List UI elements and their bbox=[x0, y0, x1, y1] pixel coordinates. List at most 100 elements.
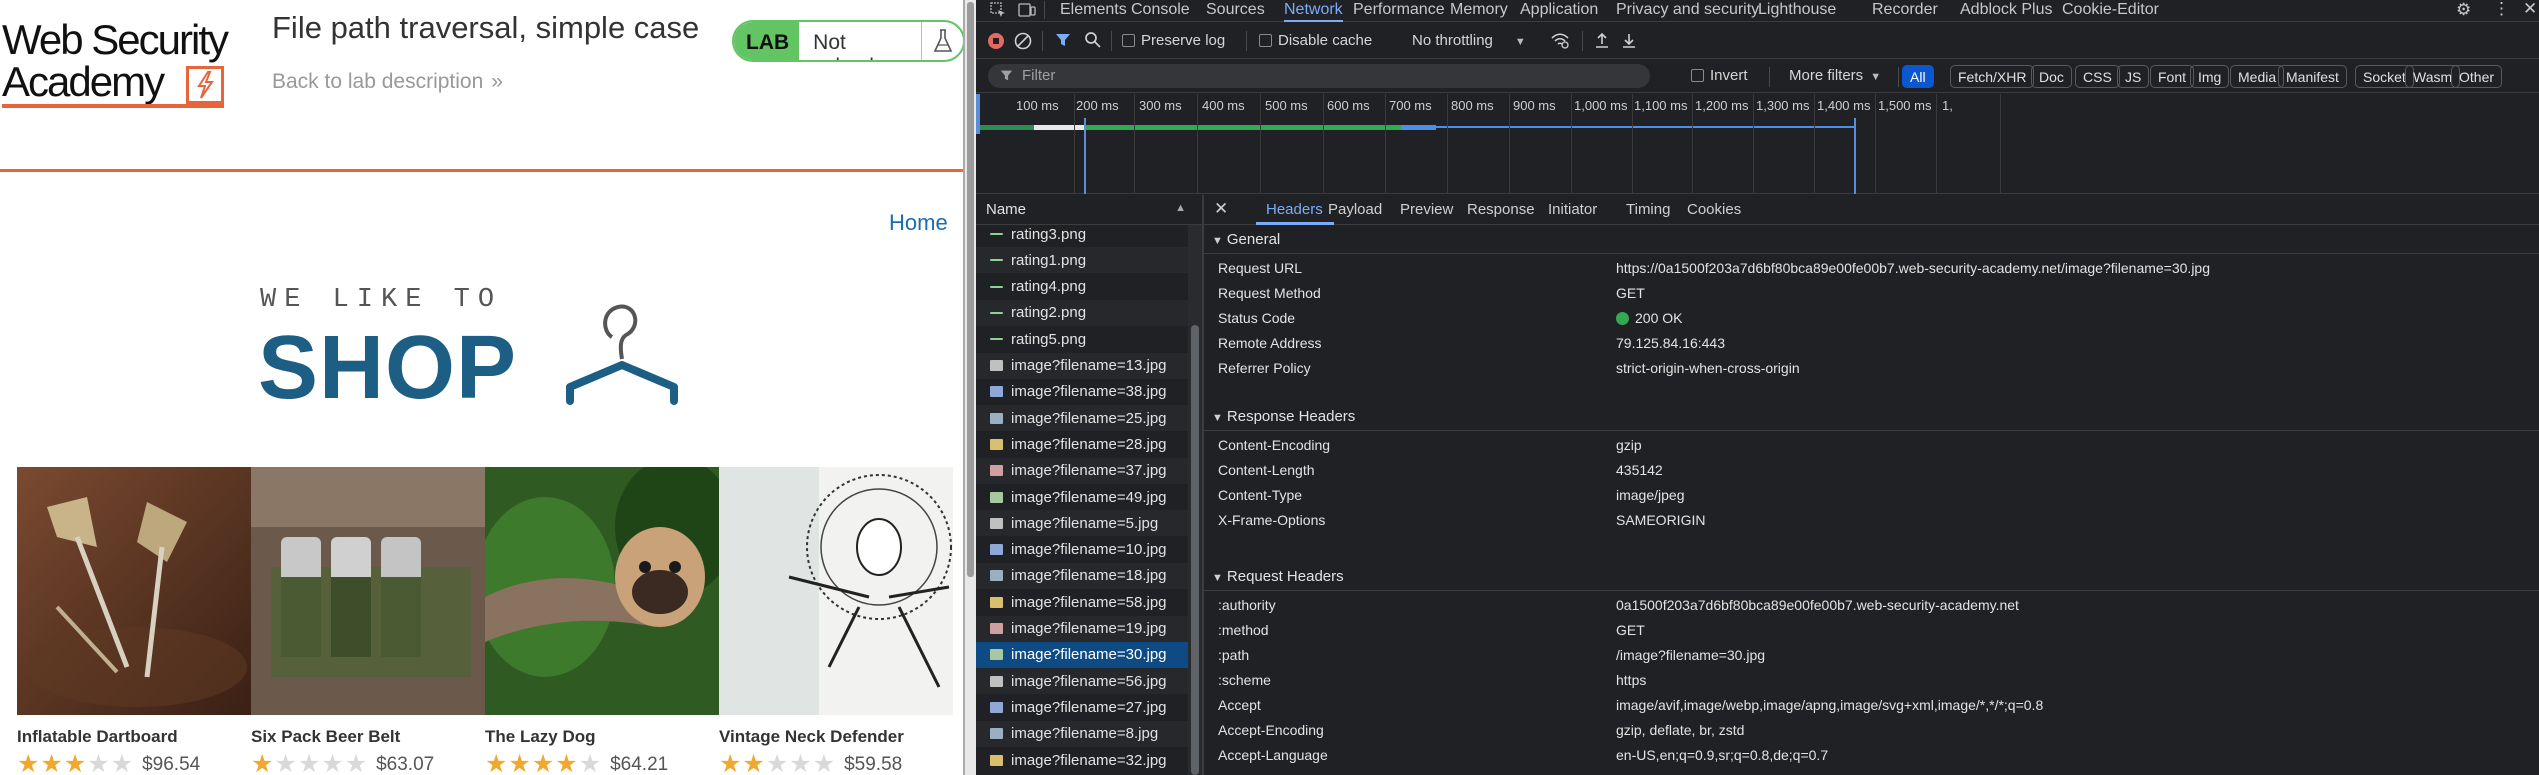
export-har-icon[interactable] bbox=[1621, 31, 1637, 53]
request-row[interactable]: image?filename=13.jpg bbox=[976, 352, 1188, 379]
header-value[interactable]: gzip, deflate, br, zstd bbox=[1616, 722, 1744, 738]
filter-chip-doc[interactable]: Doc bbox=[2031, 65, 2072, 88]
more-filters-dropdown[interactable]: More filters ▼ bbox=[1789, 67, 1881, 84]
header-value[interactable]: en-US,en;q=0.9,sr;q=0.8,de;q=0.7 bbox=[1616, 747, 1828, 763]
scrollbar-thumb[interactable] bbox=[967, 2, 974, 577]
header-value[interactable]: gzip bbox=[1616, 437, 1642, 453]
header-value[interactable]: strict-origin-when-cross-origin bbox=[1616, 360, 1800, 376]
request-row[interactable]: image?filename=28.jpg bbox=[976, 431, 1188, 457]
network-conditions-icon[interactable] bbox=[1550, 31, 1570, 53]
detail-tab-timing[interactable]: Timing bbox=[1626, 201, 1670, 218]
product-name[interactable]: The Lazy Dog bbox=[485, 727, 719, 747]
header-value[interactable]: 79.125.84.16:443 bbox=[1616, 335, 1725, 351]
filter-chip-js[interactable]: JS bbox=[2117, 65, 2150, 88]
header-value[interactable]: /image?filename=30.jpg bbox=[1616, 647, 1765, 663]
import-har-icon[interactable] bbox=[1594, 31, 1610, 53]
tab-privacy-and-security[interactable]: Privacy and security bbox=[1616, 0, 1759, 22]
request-row[interactable]: image?filename=38.jpg bbox=[976, 379, 1188, 405]
network-overview-timeline[interactable]: 100 ms 200 ms 300 ms 400 ms 500 ms 600 ms 700 … bbox=[976, 94, 2539, 194]
filter-chip-fetch-xhr[interactable]: Fetch/XHR bbox=[1950, 65, 2035, 88]
header-value[interactable]: 200 OK bbox=[1616, 310, 1682, 326]
filter-chip-font[interactable]: Font bbox=[2150, 65, 2195, 88]
tab-adblock-plus[interactable]: Adblock Plus bbox=[1960, 0, 2053, 22]
request-row[interactable]: image?filename=30.jpg bbox=[976, 641, 1188, 668]
selection-handle[interactable] bbox=[976, 94, 980, 134]
product-image[interactable] bbox=[485, 467, 719, 715]
product-name[interactable]: Inflatable Dartboard bbox=[17, 727, 251, 747]
checkbox-box[interactable] bbox=[1259, 34, 1272, 47]
header-value[interactable]: 435142 bbox=[1616, 462, 1663, 478]
clear-icon[interactable] bbox=[1014, 32, 1032, 54]
request-list-scrollbar[interactable] bbox=[1188, 225, 1202, 775]
product-image[interactable] bbox=[251, 467, 485, 715]
header-value[interactable]: GET bbox=[1616, 285, 1645, 301]
header-value[interactable]: 0a1500f203a7d6bf80bca89e00fe00b7.web-sec… bbox=[1616, 597, 2019, 613]
section-general-header[interactable]: ▼ General bbox=[1204, 225, 2539, 254]
filter-chip-media[interactable]: Media bbox=[2230, 65, 2285, 88]
product-card[interactable]: Six Pack Beer Belt ★ ★ ★ ★ ★ $63.07 bbox=[251, 467, 485, 775]
request-row[interactable]: image?filename=49.jpg bbox=[976, 484, 1188, 510]
detail-tab-preview[interactable]: Preview bbox=[1400, 201, 1453, 218]
header-value[interactable]: https bbox=[1616, 672, 1646, 688]
detail-tab-cookies[interactable]: Cookies bbox=[1687, 201, 1741, 218]
request-row[interactable]: image?filename=8.jpg bbox=[976, 720, 1188, 747]
preserve-log-checkbox[interactable]: Preserve log bbox=[1122, 32, 1225, 49]
filter-chip-all[interactable]: All bbox=[1902, 65, 1934, 88]
product-card[interactable]: Inflatable Dartboard ★ ★ ★ ★ ★ $96.54 bbox=[17, 467, 251, 775]
tab-memory[interactable]: Memory bbox=[1450, 0, 1508, 22]
request-row[interactable]: image?filename=19.jpg bbox=[976, 615, 1188, 642]
invert-checkbox[interactable]: Invert bbox=[1691, 67, 1748, 84]
section-request-header[interactable]: ▼ Request Headers bbox=[1204, 562, 2539, 591]
tab-network[interactable]: Network bbox=[1284, 0, 1343, 22]
close-devtools-icon[interactable]: ✕ bbox=[2523, 0, 2537, 19]
filter-chip-other[interactable]: Other bbox=[2451, 65, 2503, 88]
tab-lighthouse[interactable]: Lighthouse bbox=[1758, 0, 1836, 22]
filter-chip-css[interactable]: CSS bbox=[2075, 65, 2120, 88]
request-row[interactable]: image?filename=37.jpg bbox=[976, 457, 1188, 484]
tab-performance[interactable]: Performance bbox=[1353, 0, 1445, 22]
product-card[interactable]: Vintage Neck Defender ★ ★ ★ ★ ★ $59.58 bbox=[719, 467, 953, 775]
request-row[interactable]: rating3.png bbox=[976, 221, 1188, 247]
request-row[interactable]: image?filename=25.jpg bbox=[976, 405, 1188, 432]
detail-tab-initiator[interactable]: Initiator bbox=[1548, 201, 1597, 218]
scrollbar-thumb[interactable] bbox=[1191, 325, 1199, 775]
request-row[interactable]: image?filename=56.jpg bbox=[976, 668, 1188, 695]
academy-logo[interactable]: Web Security Academy bbox=[2, 16, 252, 108]
flask-icon[interactable] bbox=[921, 22, 963, 60]
back-to-description-link[interactable]: Back to lab description » bbox=[272, 70, 503, 94]
tab-sources[interactable]: Sources bbox=[1206, 0, 1265, 22]
product-image[interactable] bbox=[719, 467, 953, 715]
filter-chip-img[interactable]: Img bbox=[2190, 65, 2230, 88]
header-value[interactable]: SAMEORIGIN bbox=[1616, 512, 1705, 528]
filter-funnel-icon[interactable] bbox=[1055, 32, 1071, 52]
more-options-icon[interactable]: ⋮ bbox=[2493, 0, 2510, 19]
header-value[interactable]: https://0a1500f203a7d6bf80bca89e00fe00b7… bbox=[1616, 260, 2210, 276]
request-row[interactable]: image?filename=58.jpg bbox=[976, 589, 1188, 615]
home-link[interactable]: Home bbox=[889, 210, 948, 236]
request-row[interactable]: rating4.png bbox=[976, 274, 1188, 300]
request-row[interactable]: rating5.png bbox=[976, 326, 1188, 352]
tab-console[interactable]: Console bbox=[1131, 0, 1190, 22]
detail-tab-headers[interactable]: Headers bbox=[1266, 201, 1323, 218]
page-scrollbar[interactable] bbox=[965, 0, 976, 775]
stop-recording-icon[interactable] bbox=[987, 32, 1005, 54]
tab-application[interactable]: Application bbox=[1520, 0, 1598, 22]
tab-cookie-editor[interactable]: Cookie-Editor bbox=[2062, 0, 2159, 22]
product-card[interactable]: The Lazy Dog ★ ★ ★ ★ ★ $64.21 bbox=[485, 467, 719, 775]
detail-tab-response[interactable]: Response bbox=[1467, 201, 1535, 218]
request-row[interactable]: image?filename=32.jpg bbox=[976, 747, 1188, 773]
checkbox-box[interactable] bbox=[1122, 34, 1135, 47]
tab-elements[interactable]: Elements bbox=[1060, 0, 1127, 22]
filter-input[interactable]: Filter bbox=[988, 64, 1650, 88]
request-row[interactable]: image?filename=27.jpg bbox=[976, 694, 1188, 720]
settings-gear-icon[interactable]: ⚙ bbox=[2456, 0, 2471, 20]
header-value[interactable]: image/jpeg bbox=[1616, 487, 1685, 503]
request-row[interactable]: rating1.png bbox=[976, 247, 1188, 274]
section-response-header[interactable]: ▼ Response Headers bbox=[1204, 402, 2539, 431]
close-details-icon[interactable]: ✕ bbox=[1214, 199, 1228, 219]
tab-recorder[interactable]: Recorder bbox=[1872, 0, 1938, 22]
filter-chip-manifest[interactable]: Manifest bbox=[2278, 65, 2347, 88]
header-value[interactable]: image/avif,image/webp,image/apng,image/s… bbox=[1616, 697, 2043, 713]
product-name[interactable]: Vintage Neck Defender bbox=[719, 727, 953, 747]
request-row[interactable]: image?filename=18.jpg bbox=[976, 562, 1188, 589]
